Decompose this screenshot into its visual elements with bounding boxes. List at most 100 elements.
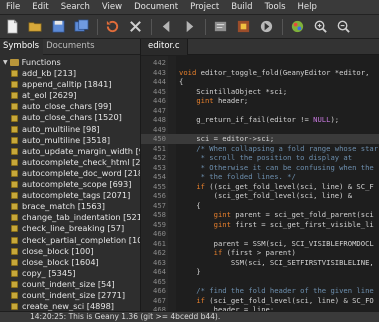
open-file-icon[interactable] bbox=[26, 18, 44, 36]
chevron-down-icon[interactable]: ▼ bbox=[3, 57, 8, 68]
list-item[interactable]: copy_ [5345] bbox=[0, 268, 140, 279]
line-number: 448 bbox=[153, 115, 166, 124]
code-line[interactable]: 449 bbox=[141, 125, 379, 135]
menu-tools[interactable]: Tools bbox=[259, 2, 292, 12]
list-item[interactable]: auto_multiline [3518] bbox=[0, 135, 140, 146]
code-line[interactable]: 461 parent = SSM(sci, SCI_VISIBLEFROMDOC… bbox=[141, 239, 379, 249]
close-icon[interactable] bbox=[126, 18, 144, 36]
list-item[interactable]: change_tab_indentation [5210] bbox=[0, 212, 140, 223]
list-item[interactable]: auto_update_margin_width [989] bbox=[0, 146, 140, 157]
function-icon bbox=[11, 203, 18, 211]
line-number: 442 bbox=[153, 58, 166, 67]
list-item-label: change_tab_indentation [5210] bbox=[22, 212, 141, 223]
list-item-label: auto_update_margin_width [989] bbox=[22, 145, 140, 156]
code-line[interactable]: 458 gint parent = sci_get_fold_parent(sc… bbox=[141, 210, 379, 220]
compile-icon[interactable] bbox=[211, 18, 229, 36]
list-item[interactable]: autocomplete_scope [693] bbox=[0, 179, 140, 190]
code-line[interactable]: 445 ScintillaObject *sci; bbox=[141, 87, 379, 97]
code-line[interactable]: 462 if (first > parent) bbox=[141, 248, 379, 258]
code-lines[interactable]: 442 443 void editor_toggle_fold(GeanyEdito… bbox=[141, 58, 379, 311]
list-item[interactable]: brace_match [1563] bbox=[0, 201, 140, 212]
build-icon[interactable] bbox=[234, 18, 252, 36]
menu-view[interactable]: View bbox=[96, 2, 128, 12]
code-line[interactable]: 446 gint header; bbox=[141, 96, 379, 106]
code-line[interactable]: 463 SSM(sci, SCI_SETFIRSTVISIBLELINE, bbox=[141, 258, 379, 268]
code-line[interactable]: 442 bbox=[141, 58, 379, 68]
new-file-icon[interactable] bbox=[3, 18, 21, 36]
tab-editor-c[interactable]: editor.c bbox=[141, 39, 188, 55]
menu-help[interactable]: Help bbox=[292, 2, 323, 12]
list-item-label: close_block [100] bbox=[22, 245, 94, 256]
save-icon[interactable] bbox=[49, 18, 67, 36]
list-item[interactable]: check_line_breaking [57] bbox=[0, 223, 140, 234]
list-item[interactable]: check_partial_completion [1016] bbox=[0, 235, 140, 246]
menu-project[interactable]: Project bbox=[184, 2, 225, 12]
code-line[interactable]: 451 /* When collapsing a fold range whos… bbox=[141, 144, 379, 154]
code-line[interactable]: 465 bbox=[141, 277, 379, 287]
save-all-icon[interactable] bbox=[72, 18, 90, 36]
forward-icon[interactable] bbox=[180, 18, 198, 36]
menu-search[interactable]: Search bbox=[55, 2, 96, 12]
back-icon[interactable] bbox=[157, 18, 175, 36]
code-text: * Otherwise it can be confusing when the bbox=[179, 162, 374, 172]
function-icon bbox=[11, 92, 18, 100]
code-line[interactable]: 453 * Otherwise it can be confusing when… bbox=[141, 163, 379, 173]
zoom-out-icon[interactable] bbox=[334, 18, 352, 36]
code-line[interactable]: 447 bbox=[141, 106, 379, 116]
list-item-label: autocomplete_scope [693] bbox=[22, 179, 132, 190]
tab-documents[interactable]: Documents bbox=[43, 39, 98, 55]
list-item[interactable]: auto_close_chars [1520] bbox=[0, 112, 140, 123]
menu-document[interactable]: Document bbox=[128, 2, 184, 12]
list-item-label: add_kb [213] bbox=[22, 68, 77, 79]
code-line[interactable]: 457 { bbox=[141, 201, 379, 211]
code-line[interactable]: 467 if (sci_get_fold_level(sci, line) & … bbox=[141, 296, 379, 306]
list-item[interactable]: create_new_sci [4898] bbox=[0, 301, 140, 311]
code-text: { bbox=[179, 77, 184, 86]
code-line[interactable]: 455 if ((sci_get_fold_level(sci, line) &… bbox=[141, 182, 379, 192]
code-line[interactable]: 466 /* find the fold header of the given… bbox=[141, 286, 379, 296]
list-item[interactable]: close_block [100] bbox=[0, 246, 140, 257]
line-number: 458 bbox=[153, 210, 166, 219]
list-item[interactable]: at_eol [2629] bbox=[0, 90, 140, 101]
list-item-label: count_indent_size [2771] bbox=[22, 289, 126, 300]
code-text: * the folded lines. */ bbox=[179, 172, 296, 181]
list-item[interactable]: close_block [1604] bbox=[0, 257, 140, 268]
code-line[interactable]: 450 sci = editor->sci; bbox=[141, 134, 379, 144]
menu-edit[interactable]: Edit bbox=[26, 2, 54, 12]
code-line[interactable]: 459 gint first = sci_get_first_visible_l… bbox=[141, 220, 379, 230]
line-number: 467 bbox=[153, 295, 166, 305]
code-text: gint first = sci_get_first_visible_li bbox=[213, 219, 374, 229]
run-icon[interactable] bbox=[257, 18, 275, 36]
color-chooser-icon[interactable] bbox=[288, 18, 306, 36]
list-item[interactable]: count_indent_size [54] bbox=[0, 279, 140, 290]
code-line[interactable]: 460 bbox=[141, 229, 379, 239]
code-text: { bbox=[179, 200, 201, 210]
list-item[interactable]: count_indent_size [2771] bbox=[0, 290, 140, 301]
code-line[interactable]: 443 void editor_toggle_fold(GeanyEditor *… bbox=[141, 68, 379, 78]
list-item[interactable]: auto_multiline [98] bbox=[0, 124, 140, 135]
list-item[interactable]: autocomplete_tags [2071] bbox=[0, 190, 140, 201]
code-line[interactable]: 444 { bbox=[141, 77, 379, 87]
line-number: 445 bbox=[153, 86, 166, 96]
list-item[interactable]: append_calltip [1841] bbox=[0, 79, 140, 90]
code-line[interactable]: 464 } bbox=[141, 267, 379, 277]
symbol-tree: ▼ Functions add_kb [213] append_calltip [… bbox=[0, 55, 140, 311]
code-view[interactable]: 442 443 void editor_toggle_fold(GeanyEdito… bbox=[141, 56, 379, 311]
list-item[interactable]: autocomplete_check_html [2088] bbox=[0, 157, 140, 168]
revert-icon[interactable] bbox=[103, 18, 121, 36]
code-line[interactable]: 456 (sci_get_fold_level(sci, line) & bbox=[141, 191, 379, 201]
list-item[interactable]: auto_close_chars [99] bbox=[0, 101, 140, 112]
line-number: 443 bbox=[153, 67, 166, 77]
code-line[interactable]: 452 * scroll the position to display at bbox=[141, 153, 379, 163]
list-item[interactable]: autocomplete_doc_word [2180] bbox=[0, 168, 140, 179]
code-line[interactable]: 448 g_return_if_fail(editor != NULL); bbox=[141, 115, 379, 125]
code-line[interactable]: 454 * the folded lines. */ bbox=[141, 172, 379, 182]
menu-file[interactable]: File bbox=[0, 2, 26, 12]
tree-root-functions[interactable]: ▼ Functions bbox=[0, 57, 140, 68]
tab-symbols[interactable]: Symbols bbox=[0, 39, 44, 55]
menu-build[interactable]: Build bbox=[225, 2, 258, 12]
list-item[interactable]: add_kb [213] bbox=[0, 68, 140, 79]
zoom-in-icon[interactable] bbox=[311, 18, 329, 36]
code-text: SSM(sci, SCI_SETFIRSTVISIBLELINE, bbox=[179, 257, 374, 267]
line-number: 449 bbox=[153, 124, 166, 134]
